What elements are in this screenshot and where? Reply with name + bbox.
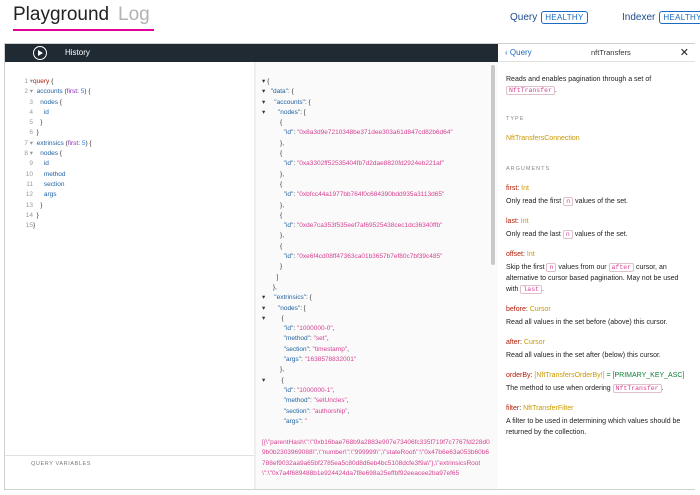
arg-after: after: Cursor Read all values in the set…	[506, 339, 661, 359]
arg-last-name[interactable]: last	[506, 218, 517, 225]
arg-after-type[interactable]: Cursor	[524, 339, 545, 346]
arg-before-type[interactable]: Cursor	[530, 306, 551, 313]
result-scrollbar[interactable]	[491, 65, 495, 265]
arguments-section-label: ARGUMENTS	[506, 166, 551, 172]
line-number: 14	[25, 211, 33, 219]
result-viewer: ▾ { ▾ "data": { ▾ "accounts": { ▾ "nodes…	[256, 62, 498, 489]
line-number: 7 ▾	[24, 139, 33, 147]
query-variables-toggle[interactable]: QUERY VARIABLES	[5, 455, 254, 472]
query-status-label: Query	[510, 12, 538, 23]
graphiql-frame: History 1 ▾ 2 ▾ 3 4 5 6 7 ▾ 8 ▾ 9 10 11 12 13 14 15 qu…	[4, 43, 695, 490]
indexer-status-label: Indexer	[622, 12, 656, 23]
docs-title: nftTransfers	[591, 48, 631, 57]
result-json: ▾ { ▾ "data": { ▾ "accounts": { ▾ "nodes…	[262, 78, 453, 425]
arg-first-name[interactable]: first	[506, 185, 517, 192]
docs-description: Reads and enables pagination through a s…	[506, 76, 652, 95]
arg-filter-name[interactable]: filter	[506, 405, 519, 412]
arg-before: before: Cursor Read all values in the se…	[506, 306, 668, 326]
indexer-status-badge: HEALTHY	[659, 11, 700, 24]
tab-log[interactable]: Log	[118, 4, 150, 26]
result-args-wrapped: [{\"parentHash\":\"0xb16bae768b9a2883e90…	[262, 439, 490, 477]
line-number: 1 ▾	[24, 78, 33, 85]
arg-offset: offset: Int Skip the first n values from…	[506, 251, 679, 294]
docs-body: Reads and enables pagination through a s…	[506, 74, 688, 447]
line-number: 4	[29, 108, 33, 116]
arg-last: last: Int Only read the last n values of…	[506, 218, 628, 239]
query-editor[interactable]: 1 ▾ 2 ▾ 3 4 5 6 7 ▾ 8 ▾ 9 10 11 12 13 14 15 query { ac…	[5, 62, 254, 472]
type-section-label: TYPE	[506, 116, 525, 122]
tab-playground[interactable]: Playground	[13, 4, 109, 26]
arg-orderby-name[interactable]: orderBy	[506, 372, 531, 379]
line-number: 15	[25, 222, 33, 230]
docs-back-link[interactable]: ‹ Query	[505, 48, 532, 57]
line-numbers: 1 ▾ 2 ▾ 3 4 5 6 7 ▾ 8 ▾ 9 10 11 12 13 14 15	[11, 77, 33, 231]
docs-explorer: ‹ Query nftTransfers ✕ Reads and enables…	[499, 44, 695, 489]
arg-orderby-type[interactable]: [NftTransfersOrderBy!]	[534, 372, 604, 379]
arg-offset-type[interactable]: Int	[527, 251, 535, 258]
arg-first: first: Int Only read the first n values …	[506, 185, 628, 206]
editor-area: History 1 ▾ 2 ▾ 3 4 5 6 7 ▾ 8 ▾ 9 10 11 12 13 14 15 qu…	[5, 44, 498, 489]
editor-toolbar: History	[5, 44, 498, 62]
line-number: 12	[25, 191, 33, 199]
arg-filter: filter: NftTransferFilter A filter to be…	[506, 405, 681, 436]
top-nav: Playground Log Query HEALTHY Indexer HEA…	[0, 0, 700, 38]
line-number: 3	[29, 98, 33, 106]
arg-last-type[interactable]: Int	[521, 218, 529, 225]
close-icon[interactable]: ✕	[680, 46, 689, 59]
arg-offset-name[interactable]: offset	[506, 251, 523, 258]
line-number: 5	[29, 119, 33, 127]
history-button[interactable]: History	[65, 48, 90, 57]
line-number: 10	[25, 170, 33, 178]
docs-header: ‹ Query nftTransfers ✕	[499, 44, 695, 62]
docs-back-label: Query	[509, 48, 532, 57]
line-number: 6	[29, 129, 33, 137]
indexer-status: Indexer HEALTHY	[622, 11, 700, 24]
active-tab-indicator	[13, 29, 154, 31]
line-number: 11	[26, 180, 33, 188]
arg-filter-type[interactable]: NftTransferFilter	[523, 405, 573, 412]
line-number: 9	[29, 160, 33, 168]
arg-after-name[interactable]: after	[506, 339, 520, 346]
line-number: 13	[25, 201, 33, 209]
query-code[interactable]: query { accounts (first: 5) { nodes { id…	[33, 77, 92, 231]
arg-first-type[interactable]: Int	[521, 185, 529, 192]
arg-orderby: orderBy: [NftTransfersOrderBy!] = [PRIMA…	[506, 372, 685, 393]
arg-before-name[interactable]: before	[506, 306, 526, 313]
line-number: 8 ▾	[24, 150, 33, 158]
docs-description-tag: NftTransfer	[506, 86, 555, 95]
query-status: Query HEALTHY	[510, 11, 588, 24]
execute-query-button[interactable]	[33, 46, 47, 60]
arg-orderby-default: = [PRIMARY_KEY_ASC]	[606, 372, 685, 379]
type-link[interactable]: NftTransfersConnection	[506, 133, 688, 144]
query-status-badge: HEALTHY	[541, 11, 588, 24]
line-number: 2 ▾	[24, 88, 33, 96]
